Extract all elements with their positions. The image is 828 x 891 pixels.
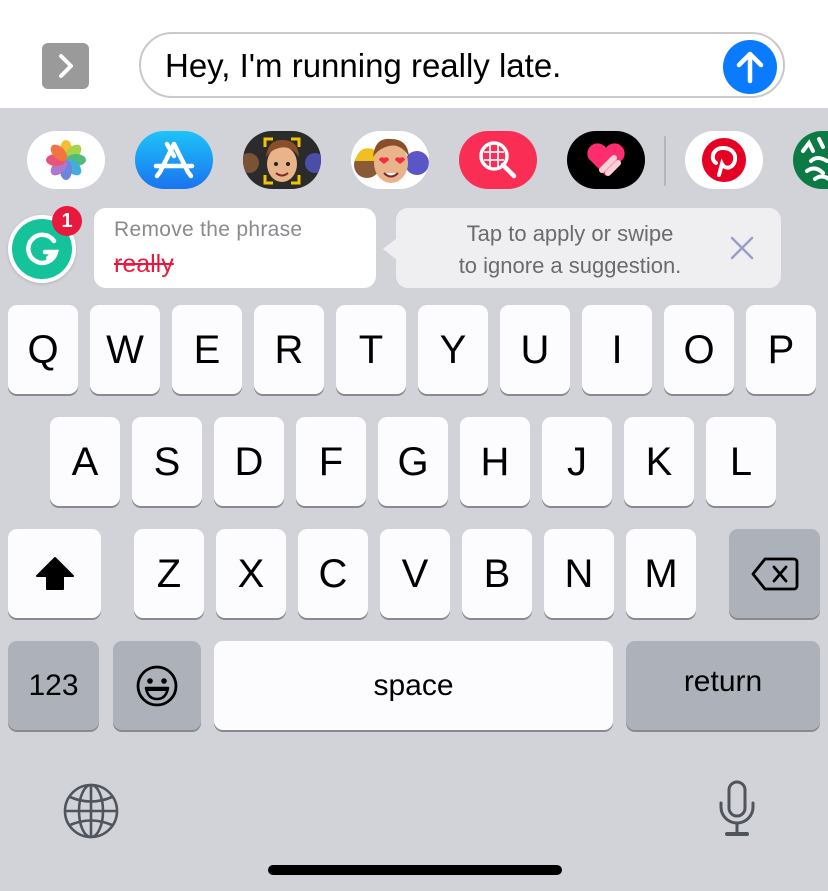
app-store-icon [153, 141, 195, 179]
key-label: T [358, 327, 384, 372]
shift-icon [35, 556, 74, 590]
key-label: J [567, 439, 587, 484]
app-digital-touch[interactable] [567, 131, 645, 189]
key-label: X [237, 551, 265, 596]
key-n[interactable]: N [544, 529, 614, 618]
globe-icon[interactable] [62, 782, 120, 840]
key-label: Y [439, 327, 467, 372]
key-label: W [106, 327, 144, 372]
tip-close-button[interactable] [726, 232, 758, 264]
image-search-icon [479, 141, 517, 179]
key-c[interactable]: C [298, 529, 368, 618]
return-key[interactable]: return [626, 641, 820, 730]
key-u[interactable]: U [500, 305, 570, 394]
key-label: F [318, 439, 344, 484]
app-pinterest[interactable] [685, 131, 763, 189]
key-label: M [644, 551, 678, 596]
key-b[interactable]: B [462, 529, 532, 618]
key-label: L [729, 439, 753, 484]
emoji-icon [136, 665, 178, 706]
key-label: K [645, 439, 673, 484]
key-label: E [193, 327, 221, 372]
pinterest-icon [702, 138, 746, 182]
heart-touch-icon [587, 143, 625, 176]
key-label: P [767, 327, 795, 372]
space-key-label: space [373, 668, 454, 702]
suggestion-word: really [114, 250, 174, 278]
message-text[interactable]: Hey, I'm running really late. [165, 46, 561, 86]
return-key-label: return [683, 665, 763, 698]
app-drawer-divider [664, 136, 666, 186]
key-label: U [520, 327, 550, 372]
key-label: H [480, 439, 510, 484]
key-k[interactable]: K [624, 417, 694, 506]
tip-line-1: Tap to apply or swipe [466, 221, 674, 246]
key-label: B [483, 551, 511, 596]
key-label: G [397, 439, 429, 484]
key-y[interactable]: Y [418, 305, 488, 394]
key-m[interactable]: M [626, 529, 696, 618]
key-x[interactable]: X [216, 529, 286, 618]
shift-key[interactable] [8, 529, 101, 618]
backspace-icon [751, 557, 798, 590]
app-starbucks[interactable] [793, 131, 828, 189]
grammarly-badge: 1 [52, 206, 82, 236]
delete-key[interactable] [729, 529, 820, 618]
key-label: V [401, 551, 429, 596]
key-label: D [234, 439, 264, 484]
key-label: N [564, 551, 594, 596]
animoji-icon [354, 138, 429, 183]
key-label: A [71, 439, 99, 484]
key-p[interactable]: P [746, 305, 816, 394]
key-label: I [611, 327, 623, 372]
photos-icon [46, 140, 86, 180]
key-label: C [318, 551, 348, 596]
app-store[interactable] [135, 131, 213, 189]
app-animoji[interactable] [351, 131, 429, 189]
tip-text: Tap to apply or swipe to ignore a sugges… [420, 218, 720, 282]
suggestion-title: Remove the phrase [114, 218, 303, 241]
key-q[interactable]: Q [8, 305, 78, 394]
space-key[interactable]: space [214, 641, 613, 730]
key-label: O [683, 327, 715, 372]
emoji-key[interactable] [113, 641, 201, 730]
key-h[interactable]: H [460, 417, 530, 506]
key-t[interactable]: T [336, 305, 406, 394]
numbers-key-label: 123 [28, 668, 79, 702]
key-label: Q [27, 327, 59, 372]
arrow-up-icon [736, 51, 764, 84]
close-icon [730, 236, 754, 260]
grammarly-g-icon [26, 232, 59, 266]
key-v[interactable]: V [380, 529, 450, 618]
key-w[interactable]: W [90, 305, 160, 394]
key-g[interactable]: G [378, 417, 448, 506]
key-s[interactable]: S [132, 417, 202, 506]
key-i[interactable]: I [582, 305, 652, 394]
app-photos[interactable] [27, 131, 105, 189]
key-r[interactable]: R [254, 305, 324, 394]
key-j[interactable]: J [542, 417, 612, 506]
memoji-icon [243, 137, 321, 185]
home-indicator[interactable] [268, 865, 562, 875]
send-button[interactable] [723, 40, 777, 94]
key-e[interactable]: E [172, 305, 242, 394]
starbucks-icon [801, 137, 828, 182]
key-label: R [274, 327, 304, 372]
microphone-icon[interactable] [715, 779, 759, 839]
key-d[interactable]: D [214, 417, 284, 506]
key-label: Z [156, 551, 182, 596]
tip-pointer [383, 238, 397, 260]
expand-apps-button[interactable] [42, 43, 89, 89]
key-a[interactable]: A [50, 417, 120, 506]
chevron-right-icon [58, 54, 73, 78]
app-memoji[interactable] [243, 131, 321, 189]
key-l[interactable]: L [706, 417, 776, 506]
numbers-key[interactable]: 123 [8, 641, 99, 730]
key-f[interactable]: F [296, 417, 366, 506]
app-image-search[interactable] [459, 131, 537, 189]
key-z[interactable]: Z [134, 529, 204, 618]
key-label: S [153, 439, 181, 484]
key-o[interactable]: O [664, 305, 734, 394]
tip-line-2: to ignore a suggestion. [458, 253, 682, 278]
